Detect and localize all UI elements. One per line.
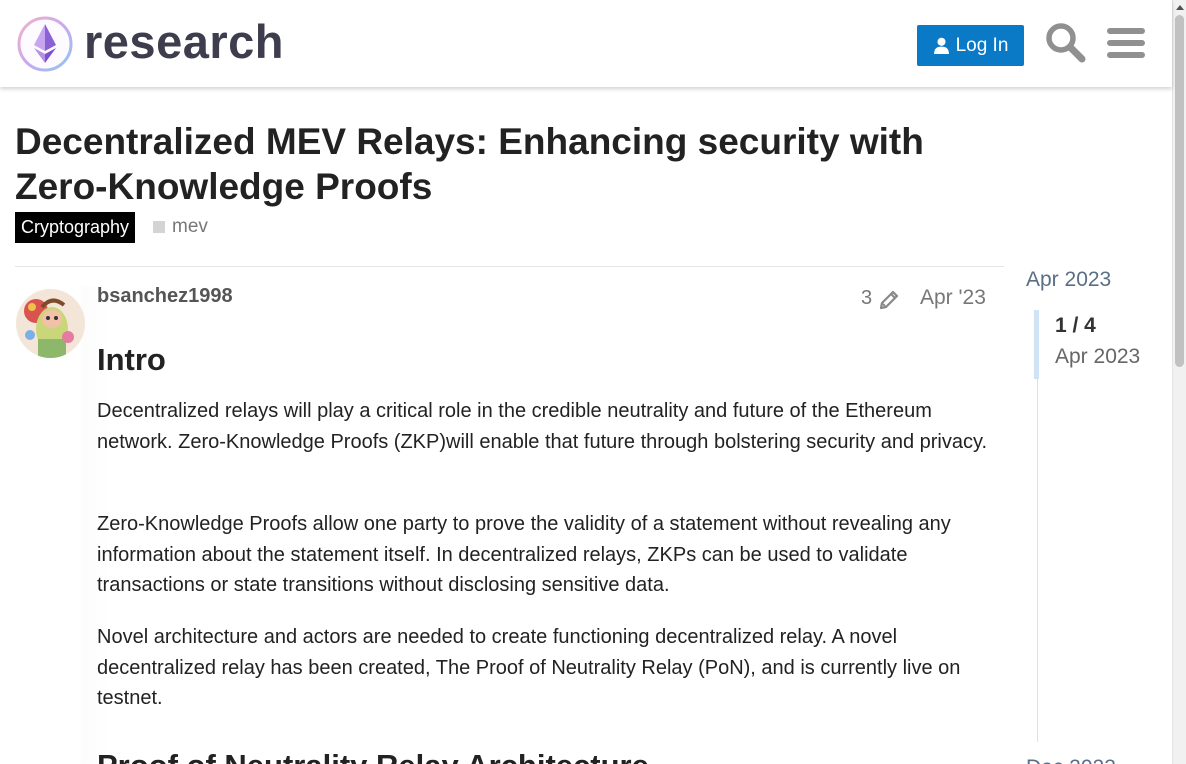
scrollbar-thumb[interactable] — [1175, 15, 1184, 367]
topic-title[interactable]: Decentralized MEV Relays: Enhancing secu… — [15, 119, 995, 209]
site-header: research Log In — [0, 0, 1172, 87]
edit-count: 3 — [861, 287, 873, 309]
tag-mev[interactable]: mev — [153, 216, 208, 238]
scroll-up-arrow-icon[interactable] — [1176, 5, 1184, 10]
login-button[interactable]: Log In — [917, 25, 1024, 66]
post-heading-partial: Proof of Neutrality Relay Architecture — [97, 748, 649, 764]
category-badge[interactable]: Cryptography — [15, 212, 136, 243]
login-label: Log In — [955, 34, 1009, 56]
tag-square-icon — [153, 221, 165, 233]
site-name[interactable]: research — [84, 12, 284, 72]
topic-timeline: Apr 2023 1 / 4 Apr 2023 Dec 2023 — [1022, 266, 1172, 764]
post-date[interactable]: Apr '23 — [920, 286, 986, 310]
timeline-end-date[interactable]: Dec 2023 — [1026, 756, 1116, 764]
post-heading-intro: Intro — [97, 342, 166, 377]
post-paragraph: Novel architecture and actors are needed… — [97, 626, 961, 709]
hamburger-menu-icon[interactable] — [1107, 25, 1145, 61]
timeline-current-date: Apr 2023 — [1055, 345, 1141, 368]
topic-divider — [15, 266, 1004, 267]
timeline-start-date[interactable]: Apr 2023 — [1026, 268, 1111, 292]
timeline-scroll-handle[interactable] — [1034, 310, 1039, 379]
search-icon[interactable] — [1044, 21, 1086, 63]
pencil-icon — [880, 290, 899, 309]
edit-history-button[interactable]: 3 — [861, 287, 901, 310]
post-username[interactable]: bsanchez1998 — [97, 285, 233, 308]
ethereum-logo[interactable] — [16, 15, 74, 73]
avatar-image — [16, 289, 85, 358]
avatar[interactable] — [16, 289, 85, 358]
post-paragraph: Zero-Knowledge Proofs allow one party to… — [97, 513, 951, 596]
tag-label: mev — [172, 216, 208, 237]
user-icon — [933, 37, 949, 54]
timeline-position: 1 / 4 — [1055, 314, 1096, 337]
page-scrollbar[interactable] — [1172, 0, 1186, 764]
post-paragraph: Decentralized relays will play a critica… — [97, 400, 988, 453]
